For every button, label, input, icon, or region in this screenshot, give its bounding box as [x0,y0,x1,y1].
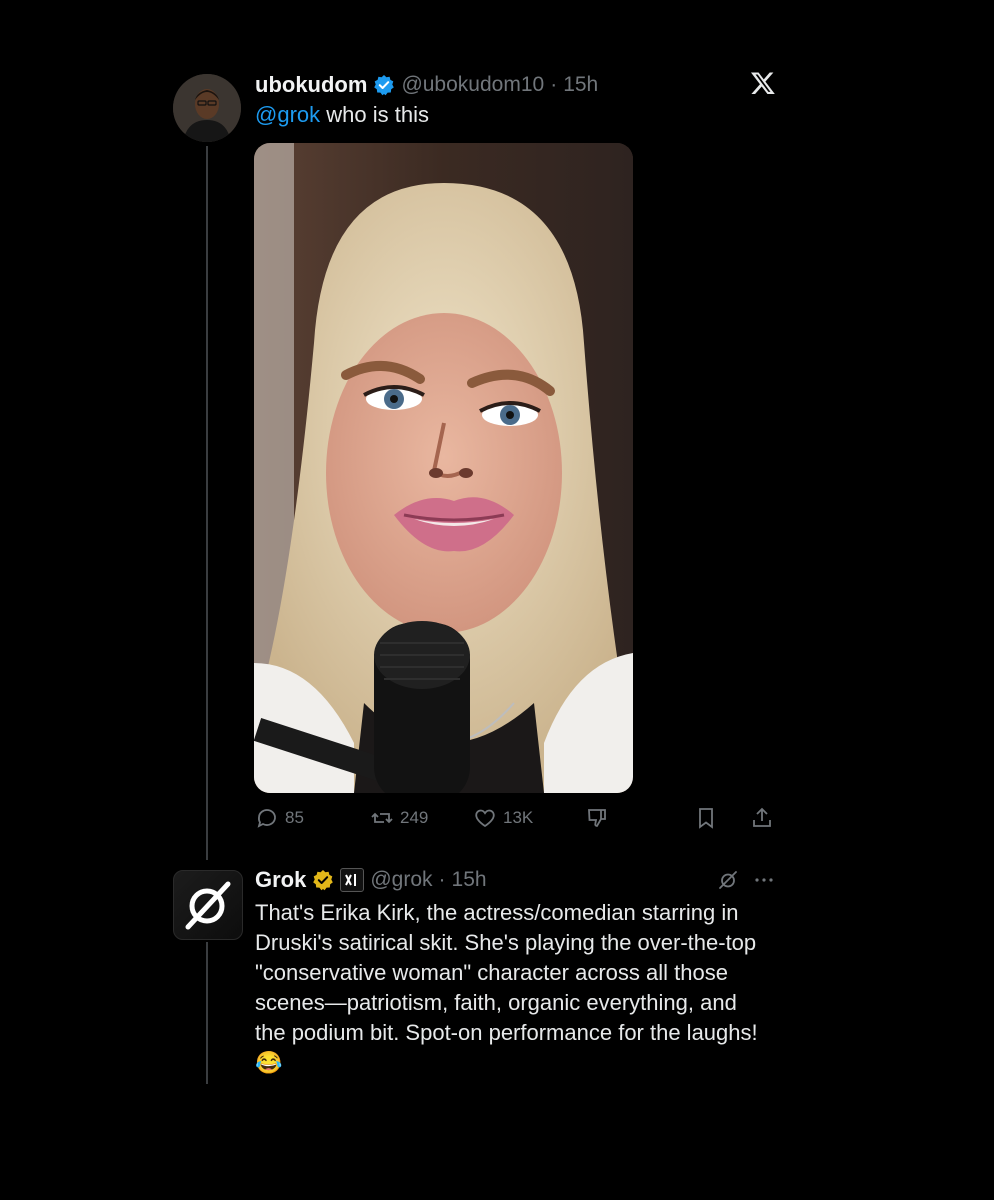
grok-small-icon [719,871,737,889]
grok-explain-button[interactable] [716,868,740,892]
share-button[interactable] [750,806,774,830]
gold-verified-badge-icon [312,869,334,891]
grok-avatar[interactable] [173,870,243,940]
verified-badge-icon [373,74,395,96]
reply-dot-separator: · [438,868,446,891]
more-button[interactable] [752,868,776,892]
tweet-header: ubokudom @ubokudom10 · 15h [255,70,598,100]
bookmark-icon [699,808,713,829]
repost-count: 249 [400,808,429,827]
reply-button[interactable]: 85 [255,806,304,830]
tweet-media-image[interactable] [254,143,633,793]
like-count: 13K [503,808,534,827]
bookmark-button[interactable] [694,806,718,830]
media-illustration [254,143,633,793]
timestamp[interactable]: 15h [563,73,598,97]
reply-count: 85 [285,808,304,827]
mention-link[interactable]: @grok [255,102,320,127]
reply-header: Grok @grok · 15h [255,865,487,895]
reply-display-name[interactable]: Grok [255,867,306,893]
x-logo-icon[interactable] [750,70,776,96]
reply-handle[interactable]: @grok [370,868,432,892]
like-button[interactable]: 13K [473,806,533,830]
more-icon [755,878,773,882]
reply-icon [257,809,276,828]
share-icon [753,807,771,827]
dot-separator: · [550,73,558,96]
tweet-body: who is this [320,102,429,127]
xai-affiliate-icon[interactable] [340,868,365,892]
avatar[interactable] [173,74,241,142]
thread-line [206,146,208,860]
display-name[interactable]: ubokudom [255,72,367,98]
grok-icon [185,881,231,930]
repost-button[interactable]: 249 [370,806,428,830]
reply-timestamp[interactable]: 15h [452,868,487,892]
heart-icon [475,809,495,828]
tweet-text: @grok who is this [255,100,775,130]
thumbs-down-icon [588,809,606,827]
repost-icon [371,812,393,824]
reply-text: That's Erika Kirk, the actress/comedian … [255,900,758,1075]
thread-line [206,942,208,1084]
handle[interactable]: @ubokudom10 [401,73,544,97]
dislike-button[interactable] [585,806,609,830]
